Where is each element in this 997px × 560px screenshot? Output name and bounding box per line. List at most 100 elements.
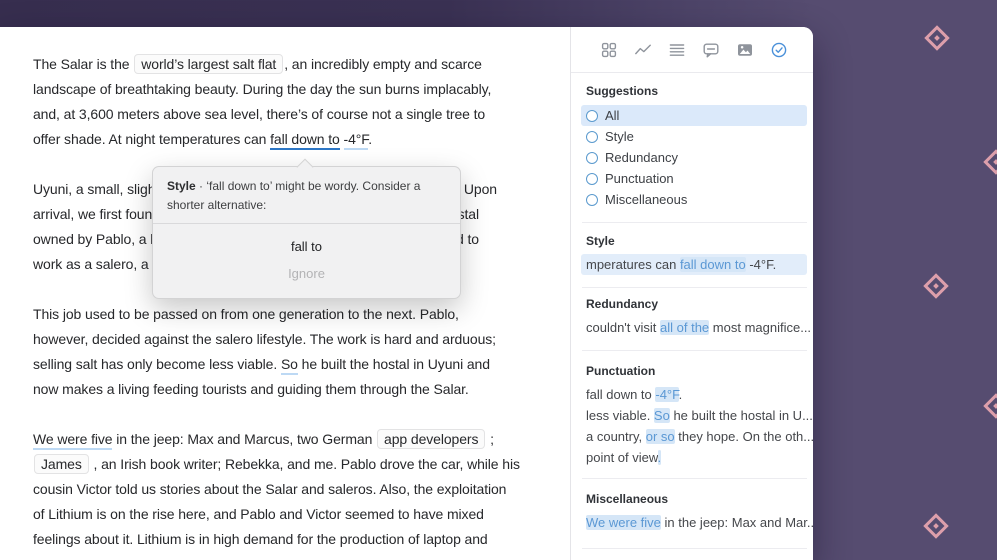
- text-line: offer shade. At night temperatures can f…: [33, 127, 507, 152]
- text-run: offer shade. At night temperatures can: [33, 131, 271, 147]
- text-run: however, decided against the salero life…: [33, 331, 496, 347]
- suggestion-filters: All Style Redundancy Punctuation Miscellaneo…: [571, 105, 813, 210]
- diamond-ornament: [983, 393, 997, 419]
- highlighted-phrase[interactable]: We were five: [586, 515, 661, 530]
- popover-message-text: ‘fall down to’ might be wordy. Consider …: [167, 179, 421, 212]
- list-icon[interactable]: [668, 41, 686, 59]
- comment-icon[interactable]: [702, 41, 720, 59]
- editor-pane[interactable]: The Salar is the world’s largest salt fl…: [0, 27, 570, 560]
- text-run: arrival, we first foun: [33, 206, 153, 222]
- section-redundancy: Redundancy couldn't visit all of the most…: [571, 296, 813, 338]
- text-run: less viable.: [586, 408, 654, 423]
- desktop-background: { "editor": { "paragraphs": [ {"lines": …: [0, 0, 997, 560]
- filter-punctuation[interactable]: Punctuation: [571, 168, 813, 189]
- text-run: . Upon: [456, 181, 497, 197]
- text-run: a country,: [586, 429, 646, 444]
- section-items: mperatures can fall down to -4°F.: [571, 254, 813, 275]
- text-line-right-fragment: . Upon: [456, 177, 497, 202]
- text-run: they hope. On the oth...: [674, 429, 813, 444]
- text-run: work as a salero, a s: [33, 256, 160, 272]
- section-divider: [582, 287, 807, 288]
- text-run: fall down to: [586, 387, 656, 402]
- active-suggestion-underline[interactable]: fall down to: [270, 131, 340, 150]
- menu-bar-strip: [0, 0, 813, 28]
- section-items: We were five in the jeep: Max and Mar...: [571, 512, 813, 533]
- text-run: ;: [486, 431, 494, 447]
- diamond-ornament: [923, 513, 949, 539]
- grid-icon[interactable]: [600, 41, 618, 59]
- text-run: Uyuni, a small, sligh: [33, 181, 156, 197]
- section-divider: [582, 548, 807, 549]
- badge-check-icon[interactable]: [770, 41, 788, 59]
- paragraph[interactable]: We were five in the jeep: Max and Marcus…: [33, 427, 520, 552]
- suggestion-item[interactable]: fall down to -4°F.: [571, 384, 813, 405]
- suggestion-item[interactable]: a country, or so they hope. On the oth..…: [571, 426, 813, 447]
- filter-redundancy[interactable]: Redundancy: [571, 147, 813, 168]
- suggestion-item[interactable]: point of view.: [571, 447, 813, 468]
- highlighted-phrase[interactable]: or so: [645, 429, 675, 444]
- suggestion-underline[interactable]: -4°F: [343, 131, 368, 150]
- text-run: , an Irish book writer; Rebekka, and me.…: [89, 456, 520, 472]
- text-run: cousin Victor told us stories about the …: [33, 481, 507, 497]
- diamond-ornament: [924, 25, 950, 51]
- section-title: Redundancy: [586, 297, 659, 311]
- text-line: James , an Irish book writer; Rebekka, a…: [33, 452, 520, 477]
- highlighted-phrase[interactable]: So: [653, 408, 670, 423]
- image-icon[interactable]: [736, 41, 754, 59]
- highlighted-phrase[interactable]: .: [657, 450, 662, 465]
- highlighted-phrase[interactable]: -4°F: [655, 387, 679, 402]
- tagged-phrase[interactable]: James: [34, 454, 89, 474]
- suggestions-filter-section: Suggestions All Style Redundancy Punctuatio…: [571, 83, 813, 210]
- section-miscellaneous: Miscellaneous We were five in the jeep: M…: [571, 491, 813, 533]
- suggestion-item[interactable]: less viable. So he built the hostal in U…: [571, 405, 813, 426]
- text-run: now makes a living feeding tourists and …: [33, 381, 469, 397]
- text-line: This job used to be passed on from one g…: [33, 302, 507, 327]
- highlighted-phrase[interactable]: all of the: [660, 320, 710, 335]
- highlighted-phrase[interactable]: fall down to: [679, 257, 746, 272]
- radio-circle-icon: [586, 109, 598, 122]
- tagged-phrase[interactable]: app developers: [377, 429, 486, 449]
- popover-actions: fall to Ignore: [153, 224, 460, 298]
- text-line: and, at 3,600 meters above sea level, th…: [33, 102, 507, 127]
- filter-style[interactable]: Style: [571, 126, 813, 147]
- filter-miscellaneous[interactable]: Miscellaneous: [571, 189, 813, 210]
- popover-category: Style: [167, 179, 196, 193]
- popover-message: Style · ‘fall down to’ might be wordy. C…: [153, 167, 460, 225]
- section-divider: [582, 222, 807, 223]
- text-line: The Salar is the world’s largest salt fl…: [33, 52, 507, 77]
- suggestion-replacement-button[interactable]: fall to: [153, 233, 460, 260]
- filter-label: Miscellaneous: [605, 192, 688, 207]
- suggestion-item[interactable]: couldn't visit all of the most magnifice…: [571, 317, 813, 338]
- text-run: he built the hostal in Uyuni and: [297, 356, 490, 372]
- text-run: point of view: [586, 450, 658, 465]
- radio-circle-icon: [586, 193, 598, 206]
- text-run: -4°F.: [745, 257, 777, 272]
- suggestion-item[interactable]: mperatures can fall down to -4°F.: [581, 254, 807, 275]
- text-run: in the jeep: Max and Marcus, two German: [112, 431, 377, 447]
- section-punctuation: Punctuation fall down to -4°F. less viable…: [571, 363, 813, 468]
- ignore-button[interactable]: Ignore: [153, 260, 460, 287]
- tagged-phrase[interactable]: world’s largest salt flat: [134, 54, 284, 74]
- section-items: fall down to -4°F. less viable. So he bui…: [571, 384, 813, 468]
- section-divider: [582, 350, 807, 351]
- paragraph[interactable]: The Salar is the world’s largest salt fl…: [33, 52, 507, 152]
- text-line: We were five in the jeep: Max and Marcus…: [33, 427, 507, 452]
- sidebar-toolbar: [571, 27, 813, 73]
- filter-label: Punctuation: [605, 171, 674, 186]
- text-run: couldn't visit: [586, 320, 661, 335]
- text-run: This job used to be passed on from one g…: [33, 306, 459, 322]
- suggestion-underline[interactable]: So: [280, 356, 298, 375]
- text-run: mperatures can: [586, 257, 680, 272]
- trend-icon[interactable]: [634, 41, 652, 59]
- text-run: and, at 3,600 meters above sea level, th…: [33, 106, 486, 122]
- suggestions-title: Suggestions: [586, 84, 659, 98]
- suggestion-item[interactable]: We were five in the jeep: Max and Mar...: [571, 512, 813, 533]
- paragraph[interactable]: This job used to be passed on from one g…: [33, 302, 507, 402]
- app-window: The Salar is the world’s largest salt fl…: [0, 27, 813, 560]
- suggestion-underline[interactable]: We were five: [33, 431, 113, 450]
- diamond-ornament: [923, 273, 949, 299]
- filter-all[interactable]: All: [581, 105, 807, 126]
- text-run: owned by Pablo, a h: [33, 231, 158, 247]
- text-run: landscape of breathtaking beauty. During…: [33, 81, 492, 97]
- text-run: of Lithium is on the rise here, and Pabl…: [33, 506, 484, 522]
